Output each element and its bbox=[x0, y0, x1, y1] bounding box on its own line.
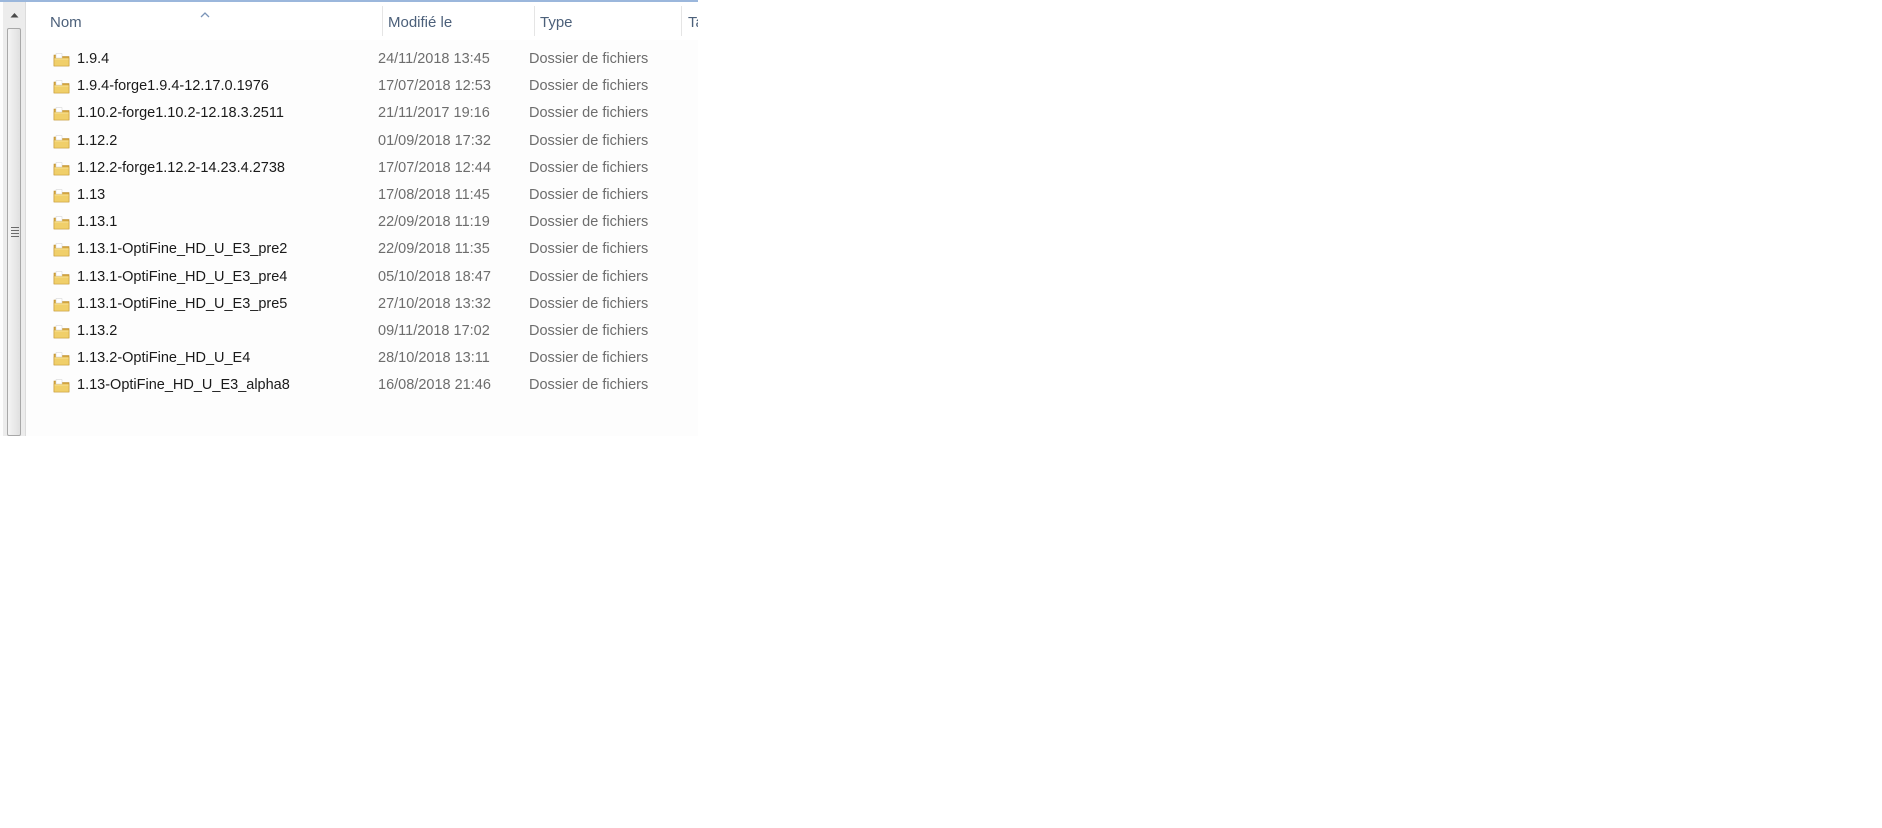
file-type: Dossier de fichiers bbox=[529, 159, 649, 176]
file-modified-date: 09/11/2018 17:02 bbox=[378, 322, 490, 339]
folder-icon bbox=[53, 269, 71, 285]
vertical-scrollbar[interactable] bbox=[3, 2, 26, 436]
file-modified-date: 21/11/2017 19:16 bbox=[378, 105, 490, 122]
file-type: Dossier de fichiers bbox=[529, 51, 649, 67]
file-name: 1.12.2-forge1.12.2-14.23.4.2738 bbox=[77, 159, 285, 176]
file-row[interactable]: 1.10.2-forge1.10.2-12.18.3.2511 21/11/20… bbox=[26, 100, 698, 127]
file-row[interactable]: 1.9.4-forge1.9.4-12.17.0.1976 17/07/2018… bbox=[26, 73, 698, 100]
file-name: 1.13 bbox=[77, 186, 106, 203]
file-type: Dossier de fichiers bbox=[529, 295, 649, 312]
file-modified-date: 17/08/2018 11:45 bbox=[378, 186, 490, 203]
file-name: 1.13.1-OptiFine_HD_U_E3_pre5 bbox=[77, 295, 288, 312]
column-header-size[interactable]: Tai bbox=[688, 2, 698, 40]
file-type: Dossier de fichiers bbox=[529, 214, 649, 231]
column-divider[interactable] bbox=[382, 6, 383, 36]
file-row[interactable]: 1.13 17/08/2018 11:45 Dossier de fichier… bbox=[26, 182, 698, 209]
scroll-up-arrow-icon[interactable] bbox=[3, 6, 25, 24]
folder-icon bbox=[53, 105, 71, 121]
folder-icon bbox=[53, 241, 71, 257]
column-header-modified[interactable]: Modifié le bbox=[388, 2, 528, 40]
folder-icon bbox=[53, 377, 71, 393]
sort-ascending-arrow-icon bbox=[200, 5, 210, 18]
file-row[interactable]: 1.13.1-OptiFine_HD_U_E3_pre5 27/10/2018 … bbox=[26, 291, 698, 318]
file-name: 1.13.1 bbox=[77, 214, 118, 231]
file-name: 1.13.1-OptiFine_HD_U_E3_pre4 bbox=[77, 268, 288, 285]
file-type: Dossier de fichiers bbox=[529, 241, 649, 258]
column-divider[interactable] bbox=[681, 6, 682, 36]
file-type: Dossier de fichiers bbox=[529, 322, 649, 339]
file-name: 1.10.2-forge1.10.2-12.18.3.2511 bbox=[77, 105, 284, 122]
scrollbar-grip-icon bbox=[11, 227, 19, 239]
folder-icon bbox=[53, 51, 71, 67]
column-header-name[interactable]: Nom bbox=[50, 2, 380, 40]
file-modified-date: 05/10/2018 18:47 bbox=[378, 268, 491, 285]
file-type: Dossier de fichiers bbox=[529, 105, 649, 122]
file-explorer-list-view: Nom Modifié le Type Tai 1.9.4 24/11/2 bbox=[0, 0, 698, 436]
file-type: Dossier de fichiers bbox=[529, 377, 649, 394]
file-type: Dossier de fichiers bbox=[529, 186, 649, 203]
file-name: 1.9.4 bbox=[77, 51, 110, 67]
scrollbar-thumb[interactable] bbox=[7, 28, 21, 436]
folder-icon bbox=[53, 187, 71, 203]
file-row[interactable]: 1.13.1-OptiFine_HD_U_E3_pre4 05/10/2018 … bbox=[26, 264, 698, 291]
file-list: 1.9.4 24/11/2018 13:45 Dossier de fichie… bbox=[26, 46, 698, 399]
folder-icon bbox=[53, 350, 71, 366]
file-row[interactable]: 1.12.2 01/09/2018 17:32 Dossier de fichi… bbox=[26, 128, 698, 155]
file-row[interactable]: 1.9.4 24/11/2018 13:45 Dossier de fichie… bbox=[26, 46, 698, 73]
column-header-type[interactable]: Type bbox=[540, 2, 680, 40]
file-name: 1.13-OptiFine_HD_U_E3_alpha8 bbox=[77, 377, 290, 394]
folder-icon bbox=[53, 133, 71, 149]
file-row[interactable]: 1.13.2 09/11/2018 17:02 Dossier de fichi… bbox=[26, 318, 698, 345]
folder-icon bbox=[53, 296, 71, 312]
file-row[interactable]: 1.13.2-OptiFine_HD_U_E4 28/10/2018 13:11… bbox=[26, 345, 698, 372]
file-type: Dossier de fichiers bbox=[529, 78, 649, 95]
file-row[interactable]: 1.12.2-forge1.12.2-14.23.4.2738 17/07/20… bbox=[26, 155, 698, 182]
file-modified-date: 22/09/2018 11:19 bbox=[378, 214, 490, 231]
column-header-name-label: Nom bbox=[50, 14, 82, 31]
file-name: 1.13.2 bbox=[77, 322, 118, 339]
file-type: Dossier de fichiers bbox=[529, 350, 649, 367]
file-name: 1.13.1-OptiFine_HD_U_E3_pre2 bbox=[77, 241, 288, 258]
folder-icon bbox=[53, 78, 71, 94]
file-modified-date: 22/09/2018 11:35 bbox=[378, 241, 490, 258]
file-type: Dossier de fichiers bbox=[529, 268, 649, 285]
column-header-size-label: Tai bbox=[688, 14, 698, 31]
folder-icon bbox=[53, 323, 71, 339]
file-name: 1.12.2 bbox=[77, 132, 118, 149]
folder-icon bbox=[53, 214, 71, 230]
column-header-row: Nom Modifié le Type Tai bbox=[26, 2, 698, 40]
column-header-type-label: Type bbox=[540, 14, 573, 31]
file-row[interactable]: 1.13.1-OptiFine_HD_U_E3_pre2 22/09/2018 … bbox=[26, 236, 698, 263]
file-row[interactable]: 1.13-OptiFine_HD_U_E3_alpha8 16/08/2018 … bbox=[26, 372, 698, 399]
file-modified-date: 01/09/2018 17:32 bbox=[378, 132, 491, 149]
file-modified-date: 28/10/2018 13:11 bbox=[378, 350, 490, 367]
file-name: 1.9.4-forge1.9.4-12.17.0.1976 bbox=[77, 78, 269, 95]
file-modified-date: 24/11/2018 13:45 bbox=[378, 51, 490, 67]
column-divider[interactable] bbox=[534, 6, 535, 36]
file-modified-date: 16/08/2018 21:46 bbox=[378, 377, 491, 394]
file-modified-date: 17/07/2018 12:44 bbox=[378, 159, 491, 176]
file-name: 1.13.2-OptiFine_HD_U_E4 bbox=[77, 350, 251, 367]
column-header-modified-label: Modifié le bbox=[388, 14, 453, 31]
file-modified-date: 27/10/2018 13:32 bbox=[378, 295, 491, 312]
file-row[interactable]: 1.13.1 22/09/2018 11:19 Dossier de fichi… bbox=[26, 209, 698, 236]
file-modified-date: 17/07/2018 12:53 bbox=[378, 78, 491, 95]
folder-icon bbox=[53, 160, 71, 176]
file-type: Dossier de fichiers bbox=[529, 132, 649, 149]
